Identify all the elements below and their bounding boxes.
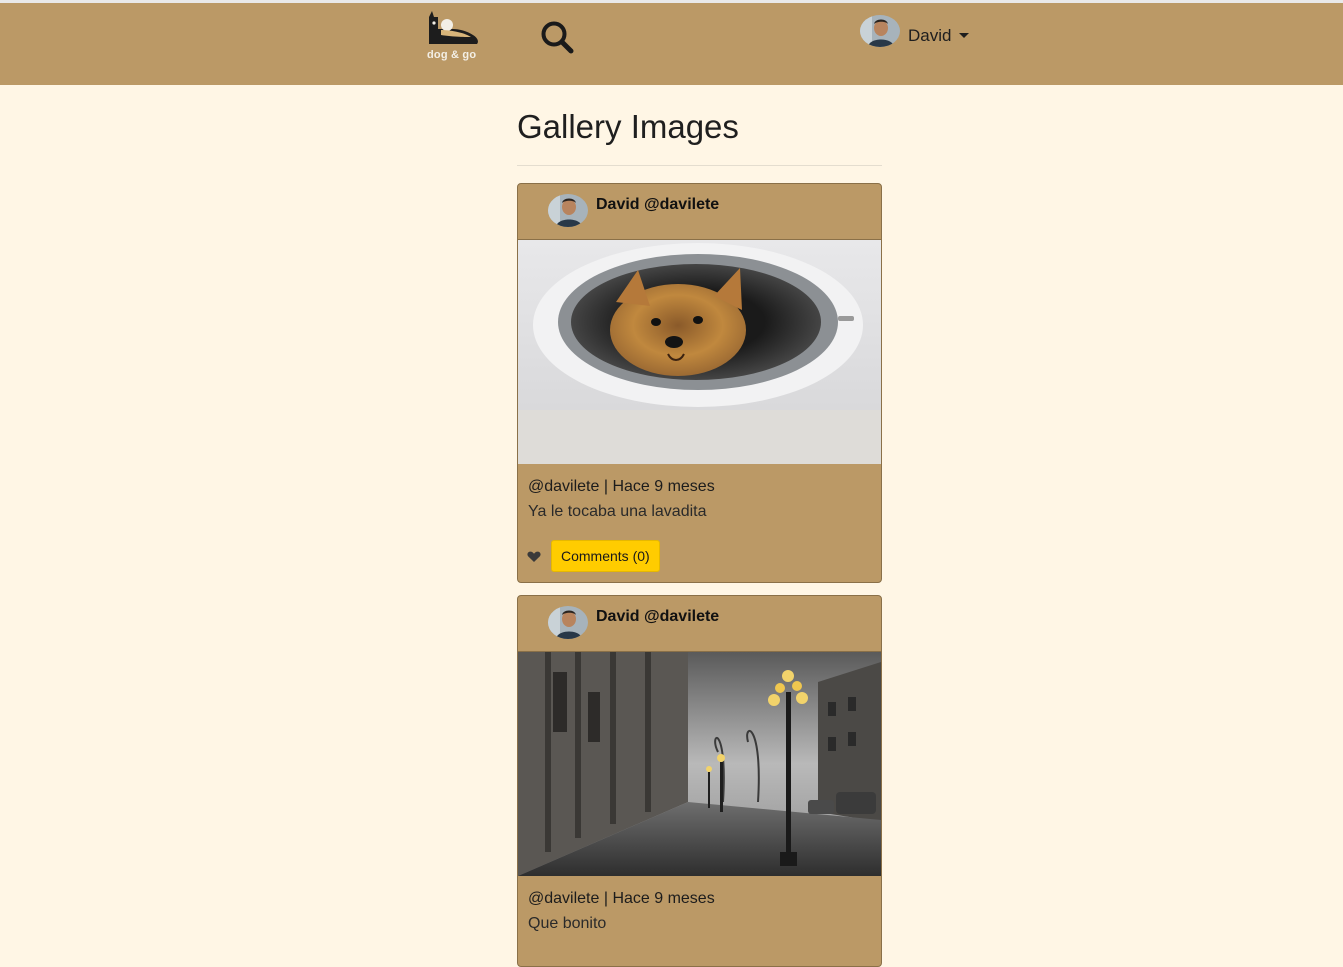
post-author[interactable]: David @davilete	[596, 608, 719, 626]
avatar[interactable]	[548, 606, 588, 639]
post-header: David @davilete	[518, 184, 881, 240]
post-image[interactable]	[518, 652, 881, 876]
dog-logo-icon	[429, 11, 478, 44]
post-author[interactable]: David @davilete	[596, 196, 719, 214]
heart-icon[interactable]	[527, 551, 541, 563]
navbar: dog & go David	[0, 3, 1343, 85]
user-name: David	[908, 26, 952, 45]
comments-button[interactable]: Comments (0)	[551, 540, 660, 572]
search-icon	[541, 21, 574, 54]
search-button[interactable]	[539, 19, 575, 55]
post-meta: @davilete | Hace 9 meses	[528, 478, 715, 495]
brand-logo-text: dog & go	[427, 49, 477, 61]
avatar	[860, 15, 900, 47]
brand-logo[interactable]: dog & go	[423, 11, 485, 65]
chevron-down-icon	[959, 33, 969, 38]
post-card: David @davilete @davilete | Hace 9 meses	[517, 183, 882, 583]
post-card: David @davilete @davilete | Hace 9 meses…	[517, 595, 882, 967]
post-header: David @davilete	[518, 596, 881, 652]
post-caption: Que bonito	[528, 915, 607, 932]
avatar[interactable]	[548, 194, 588, 227]
post-meta: @davilete | Hace 9 meses	[528, 890, 715, 907]
post-image[interactable]	[518, 240, 881, 464]
title-divider	[517, 165, 882, 166]
post-caption: Ya le tocaba una lavadita	[528, 503, 707, 520]
page-title: Gallery Images	[517, 108, 739, 145]
